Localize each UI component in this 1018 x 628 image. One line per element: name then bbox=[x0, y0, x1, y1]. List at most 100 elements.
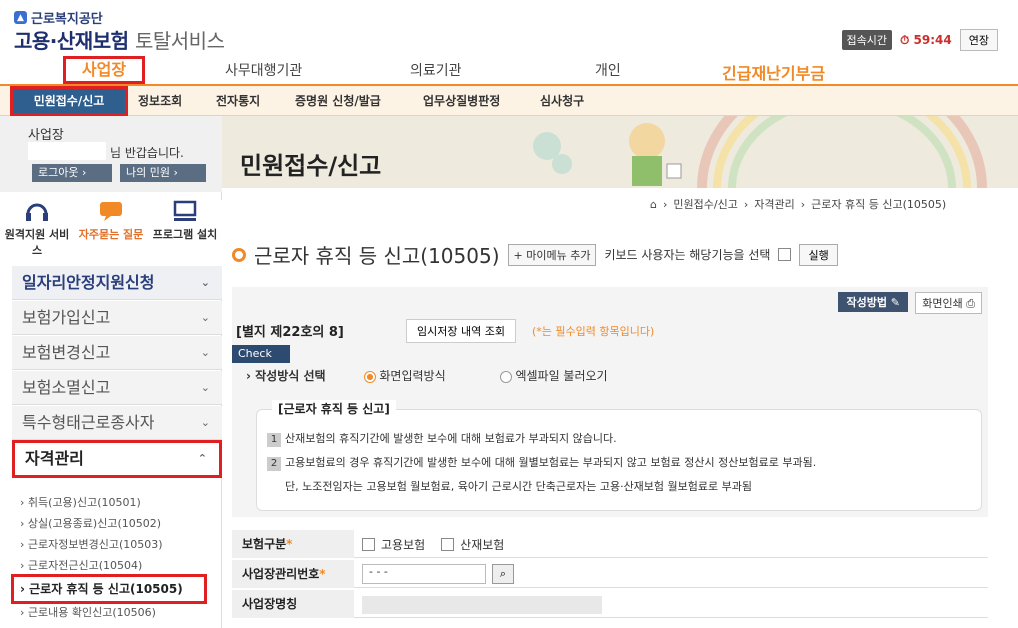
method-row: › 작성방식 선택 화면입력방식 엑셀파일 불러오기 bbox=[246, 367, 608, 384]
accordion-insurance-change[interactable]: 보험변경신고 ⌄ bbox=[12, 336, 222, 370]
field-label: 사업장관리번호* bbox=[232, 560, 354, 588]
tab-emergency-fund[interactable]: 긴급재난기부금 bbox=[722, 60, 825, 84]
menu-disease-judgment[interactable]: 업무상질병판정 bbox=[423, 86, 500, 116]
radio-icon bbox=[499, 370, 512, 383]
sub-item-label: 상실(고용종료)신고(10502) bbox=[27, 517, 162, 530]
my-civil-label: 나의 민원 bbox=[126, 166, 170, 179]
required-note: (*는 필수입력 항목입니다) bbox=[532, 325, 655, 338]
my-civil-button[interactable]: 나의 민원 › bbox=[120, 164, 206, 182]
field-label: 사업장명칭 bbox=[232, 590, 354, 618]
chevron-down-icon: ⌄ bbox=[200, 276, 210, 289]
site-title-sub: 토탈서비스 bbox=[134, 29, 225, 53]
tab-agency[interactable]: 사무대행기관 bbox=[225, 60, 302, 80]
home-icon[interactable]: ⌂ bbox=[650, 198, 657, 211]
biz-number-input[interactable]: - - - bbox=[362, 564, 486, 584]
print-button[interactable]: 화면인쇄 ⎙ bbox=[915, 292, 982, 314]
logout-button[interactable]: 로그아웃 › bbox=[32, 164, 112, 182]
chat-bubble-icon bbox=[100, 202, 122, 221]
sub-item-loss[interactable]: › 상실(고용종료)신고(10502) bbox=[20, 515, 161, 531]
accordion-insurance-join[interactable]: 보험가입신고 ⌄ bbox=[12, 301, 222, 335]
notice-title: [근로자 휴직 등 신고] bbox=[272, 400, 396, 417]
faq-link[interactable]: 자주묻는 질문 bbox=[78, 200, 144, 266]
chevron-up-icon: ⌃ bbox=[197, 452, 207, 465]
page-title: 근로자 휴직 등 신고(10505) bbox=[254, 244, 500, 268]
print-label: 화면인쇄 bbox=[922, 297, 963, 310]
extend-button[interactable]: 연장 bbox=[959, 29, 998, 51]
logout-label: 로그아웃 bbox=[38, 166, 79, 179]
session-label: 접속시간 bbox=[841, 30, 892, 50]
sub-item-leave-report[interactable]: › 근로자 휴직 등 신고(10505) bbox=[11, 574, 207, 604]
chevron-down-icon: ⌄ bbox=[200, 346, 210, 359]
row-biz-number: 사업장관리번호* - - - ⌕ bbox=[232, 560, 988, 588]
tab-personal[interactable]: 개인 bbox=[595, 60, 621, 80]
menu-e-notice[interactable]: 전자통지 bbox=[216, 86, 260, 116]
run-button[interactable]: 실행 bbox=[799, 243, 838, 266]
remote-support-link[interactable]: 원격지원 서비스 bbox=[4, 200, 70, 266]
number-badge: 2 bbox=[267, 457, 281, 471]
add-mymenu-button[interactable]: + 마이메뉴 추가 bbox=[507, 243, 597, 266]
keyboard-hint: 키보드 사용자는 해당기능을 선택 bbox=[604, 248, 771, 262]
menu-civil-report[interactable]: 민원접수/신고 bbox=[10, 86, 128, 116]
accordion-insurance-end[interactable]: 보험소멸신고 ⌄ bbox=[12, 371, 222, 405]
row-insurance-type: 보험구분* 고용보험 산재보험 bbox=[232, 530, 988, 558]
logo-icon: ▲ bbox=[14, 11, 27, 24]
sub-item-work-confirm[interactable]: › 근로내용 확인신고(10506) bbox=[20, 604, 156, 620]
banner: 민원접수/신고 bbox=[222, 116, 1018, 188]
breadcrumb-item[interactable]: 민원접수/신고 bbox=[673, 196, 737, 212]
monitor-icon bbox=[173, 200, 197, 221]
tab-medical[interactable]: 의료기관 bbox=[410, 60, 462, 80]
form-number: [별지 제22호의 8] bbox=[236, 325, 344, 340]
bullet-icon bbox=[232, 247, 246, 262]
radio-icon bbox=[363, 370, 376, 383]
keyboard-checkbox[interactable] bbox=[778, 248, 792, 261]
menu-review-claim[interactable]: 심사청구 bbox=[540, 86, 584, 116]
banner-title: 민원접수/신고 bbox=[240, 152, 382, 180]
breadcrumb-sep: › bbox=[743, 197, 749, 211]
employment-label: 고용보험 bbox=[381, 538, 426, 552]
menu-info[interactable]: 정보조회 bbox=[138, 86, 182, 116]
program-install-link[interactable]: 프로그램 설치 bbox=[152, 200, 218, 266]
radio-excel-import[interactable]: 엑셀파일 불러오기 bbox=[499, 367, 608, 384]
sub-item-transfer[interactable]: › 근로자전근신고(10504) bbox=[20, 557, 142, 573]
biz-number-input-group: - - - ⌕ bbox=[362, 564, 514, 584]
radio-screen-input[interactable]: 화면입력방식 bbox=[363, 367, 446, 384]
chevron-down-icon: ⌄ bbox=[200, 381, 210, 394]
user-org: 사업장 bbox=[28, 128, 64, 143]
breadcrumb-sep: › bbox=[662, 197, 668, 211]
site-title[interactable]: 고용·산재보험 토탈서비스 bbox=[14, 25, 225, 54]
employment-checkbox[interactable] bbox=[362, 538, 375, 551]
category-tabs: 사업장 사무대행기관 의료기관 개인 긴급재난기부금 bbox=[0, 56, 1018, 86]
header: ▲ 근로복지공단 고용·산재보험 토탈서비스 접속시간 ⏱ 59:44 연장 bbox=[0, 0, 1018, 56]
required-mark: * bbox=[286, 537, 293, 551]
session-timer: ⏱ 59:44 bbox=[900, 32, 952, 47]
sub-item-label: 근로자전근신고(10504) bbox=[27, 559, 143, 572]
accordion-label: 특수형태근로종사자 bbox=[22, 413, 155, 432]
sub-item-label: 근로자정보변경신고(10503) bbox=[27, 538, 163, 551]
industrial-checkbox[interactable] bbox=[441, 538, 455, 551]
site-title-main: 고용·산재보험 bbox=[14, 29, 129, 53]
faq-label: 자주묻는 질문 bbox=[78, 228, 144, 241]
page-heading: 근로자 휴직 등 신고(10505) + 마이메뉴 추가 키보드 사용자는 해당… bbox=[232, 240, 838, 269]
timer-value: 59:44 bbox=[913, 32, 952, 47]
headset-icon bbox=[26, 203, 48, 221]
remote-support-label: 원격지원 서비스 bbox=[4, 228, 70, 257]
search-icon[interactable]: ⌕ bbox=[492, 564, 514, 584]
tab-business[interactable]: 사업장 bbox=[63, 56, 145, 84]
write-method-button[interactable]: 작성방법 ✎ bbox=[838, 292, 908, 312]
method-label-text: 작성방식 선택 bbox=[255, 369, 326, 383]
sub-item-acquisition[interactable]: › 취득(고용)신고(10501) bbox=[20, 494, 141, 510]
accordion-qualification[interactable]: 자격관리 ⌃ bbox=[12, 440, 222, 478]
accordion-special-workers[interactable]: 특수형태근로종사자 ⌄ bbox=[12, 406, 222, 440]
menu-certificate[interactable]: 증명원 신청/발급 bbox=[295, 86, 381, 116]
sub-item-info-change[interactable]: › 근로자정보변경신고(10503) bbox=[20, 536, 163, 552]
breadcrumb: ⌂ › 민원접수/신고 › 자격관리 › 근로자 휴직 등 신고(10505) bbox=[650, 196, 946, 212]
program-install-label: 프로그램 설치 bbox=[152, 228, 218, 241]
accordion-job-stability[interactable]: 일자리안정지원신청 ⌄ bbox=[12, 266, 222, 300]
required-mark: * bbox=[319, 567, 326, 581]
notice-text: 고용보험료의 경우 휴직기간에 발생한 보수에 대해 월별보험료는 부과되지 않… bbox=[285, 456, 817, 469]
sidebar: 사업장 님 반갑습니다. 로그아웃 › 나의 민원 › 원격지원 서비스 자주묻… bbox=[0, 116, 222, 628]
chevron-down-icon: ⌄ bbox=[200, 416, 210, 429]
notice-line-2: 2 고용보험료의 경우 휴직기간에 발생한 보수에 대해 월별보험료는 부과되지 … bbox=[267, 454, 816, 471]
breadcrumb-item[interactable]: 자격관리 bbox=[754, 196, 794, 212]
temp-save-lookup-button[interactable]: 임시저장 내역 조회 bbox=[406, 319, 516, 343]
